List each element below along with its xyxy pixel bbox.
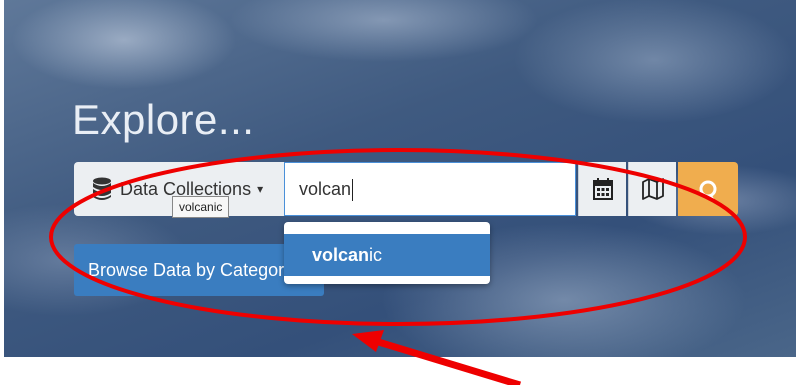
annotation-ellipse xyxy=(49,148,747,326)
annotation-arrow-line xyxy=(370,336,522,385)
annotation-arrowhead xyxy=(352,330,384,352)
annotation-overlay xyxy=(49,148,747,385)
